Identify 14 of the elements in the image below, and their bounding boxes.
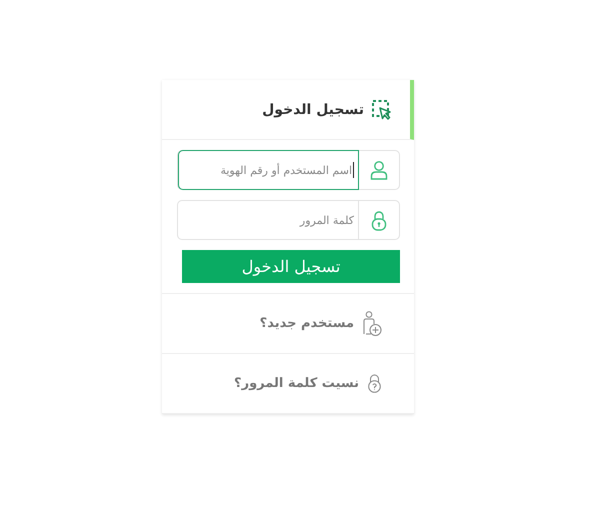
link-label: نسيت كلمة المرور؟: [234, 376, 359, 391]
input-field[interactable]: كلمة المرور: [178, 200, 359, 240]
menu-link[interactable]: مستخدم جديد؟: [162, 294, 414, 354]
login-button[interactable]: تسجيل الدخول: [182, 250, 400, 283]
input-field[interactable]: اسم المستخدم أو رقم الهوية: [178, 150, 359, 190]
menu-link[interactable]: نسيت كلمة المرور؟: [162, 354, 414, 414]
login-header[interactable]: تسجيل الدخول: [162, 80, 414, 140]
cursor-select-icon: [372, 100, 392, 120]
lock-question-icon: [367, 374, 382, 393]
login-title: تسجيل الدخول: [262, 102, 364, 118]
lock-icon: [371, 210, 387, 230]
user-icon: [370, 160, 388, 180]
user-add-icon: [362, 310, 382, 336]
link-label: مستخدم جديد؟: [260, 316, 354, 331]
